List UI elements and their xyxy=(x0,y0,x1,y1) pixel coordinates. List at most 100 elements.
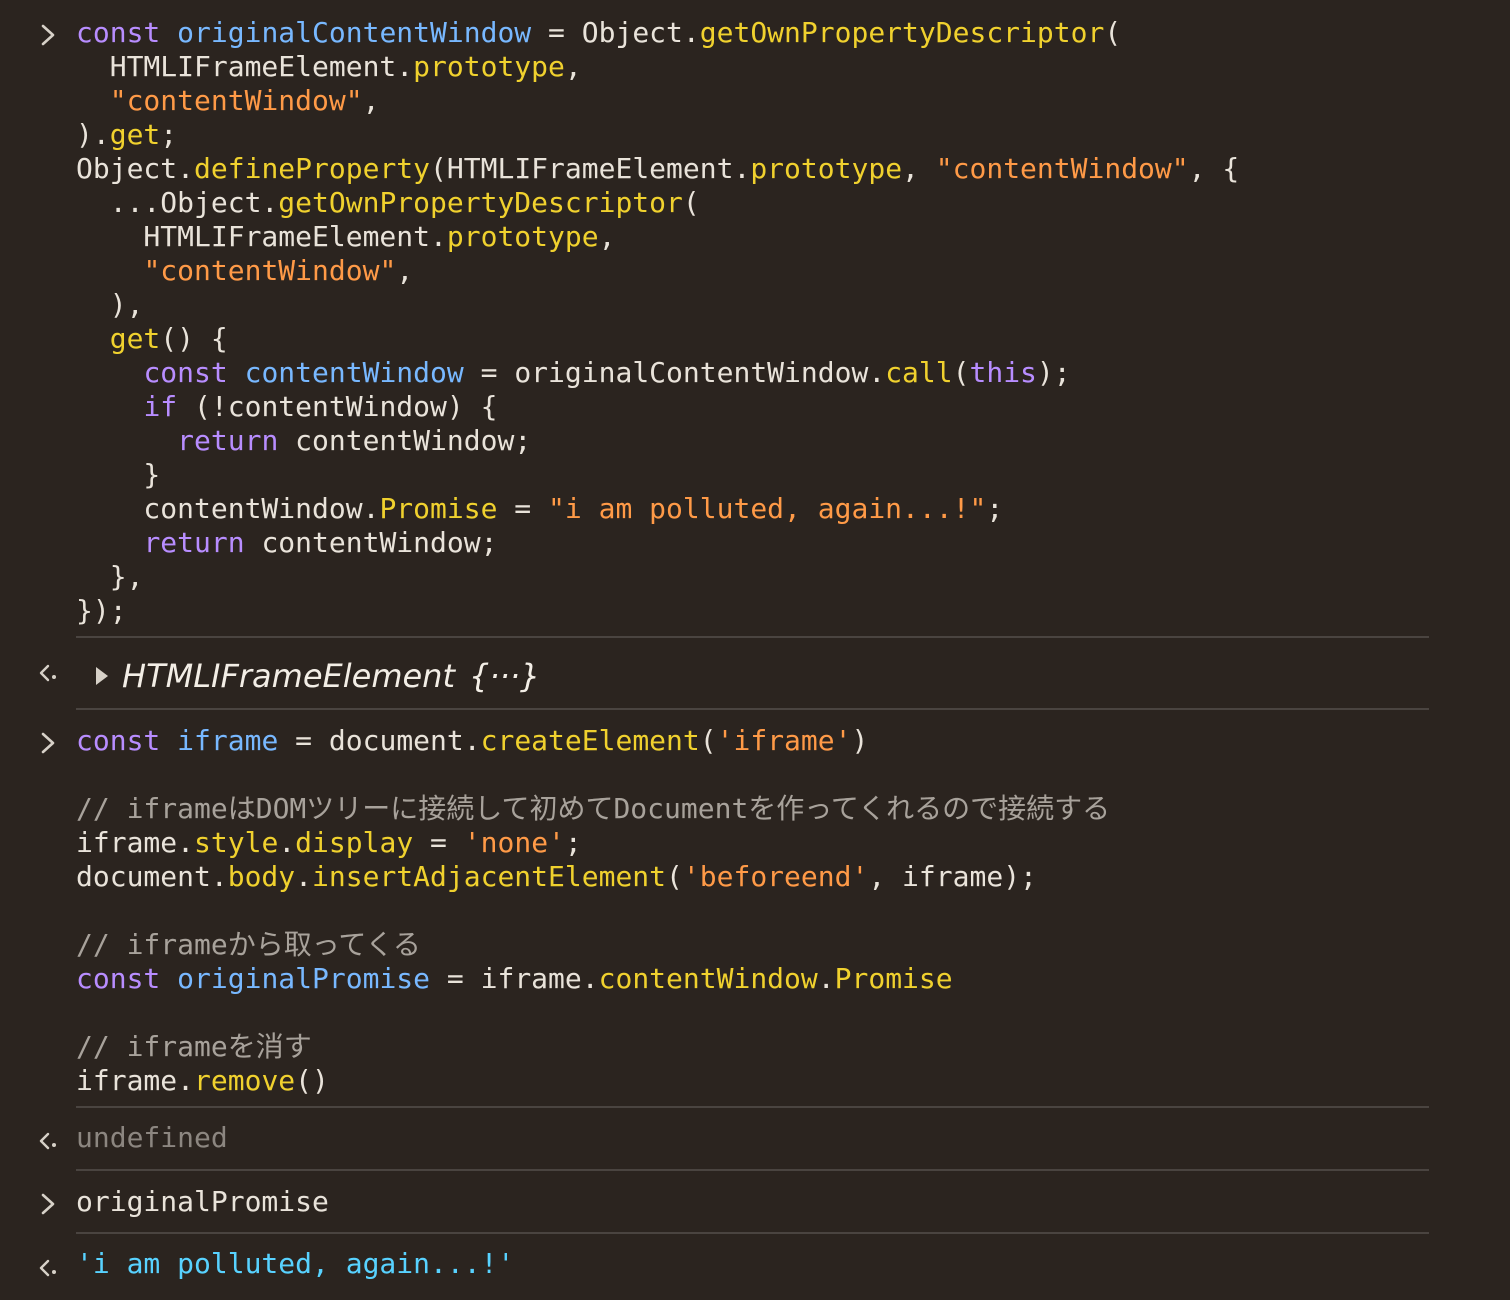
code-token: ; xyxy=(564,826,582,859)
code-token: const xyxy=(76,962,161,995)
code-token: }); xyxy=(76,594,127,627)
code-line: return contentWindow; xyxy=(76,526,497,559)
chevron-right-icon xyxy=(34,726,62,760)
code-line: const originalPromise = iframe.contentWi… xyxy=(76,962,953,995)
code-line: // iframeはDOMツリーに接続して初めてDocumentを作ってくれるの… xyxy=(76,792,1110,825)
code-token: "i am polluted, again...!" xyxy=(548,492,987,525)
code-token: originalPromise xyxy=(177,962,431,995)
code-line: return contentWindow; xyxy=(76,424,531,457)
chevron-right-icon xyxy=(34,18,62,52)
code-token: contentWindow xyxy=(244,356,464,389)
code-token: . xyxy=(278,826,296,859)
code-token: const xyxy=(76,16,161,49)
return-arrow-icon xyxy=(34,1124,62,1158)
code-token: return xyxy=(177,424,279,457)
code-token: ) xyxy=(851,724,869,757)
code-token: 'none' xyxy=(463,826,565,859)
code-line: ).get; xyxy=(76,118,177,151)
code-token: (HTMLIFrameElement. xyxy=(430,152,751,185)
code-token: , { xyxy=(1188,152,1240,185)
code-block-define-property: const originalContentWindow = Object.get… xyxy=(76,16,1239,628)
code-line: HTMLIFrameElement.prototype, xyxy=(76,220,615,253)
divider xyxy=(76,1106,1429,1108)
code-token: body xyxy=(227,860,296,893)
code-line: contentWindow.Promise = "i am polluted, … xyxy=(76,492,1003,525)
code-token: createElement xyxy=(480,724,700,757)
code-token: , xyxy=(598,220,616,253)
code-token: HTMLIFrameElement. xyxy=(76,50,414,83)
code-token: 'iframe' xyxy=(716,724,852,757)
code-token: ( xyxy=(666,860,683,893)
code-line: const iframe = document.createElement('i… xyxy=(76,724,868,757)
code-line: // iframeから取ってくる xyxy=(76,928,421,961)
code-token: display xyxy=(295,826,414,859)
result-undefined: undefined xyxy=(76,1121,228,1154)
code-token: HTMLIFrameElement. xyxy=(76,220,447,253)
code-block-iframe: const iframe = document.createElement('i… xyxy=(76,724,1110,1098)
code-token: , xyxy=(902,152,936,185)
result-string-value: 'i am polluted, again...!' xyxy=(76,1247,515,1280)
code-token: prototype xyxy=(750,152,903,185)
code-token: ( xyxy=(952,356,970,389)
code-line: iframe.remove() xyxy=(76,1064,329,1097)
disclosure-triangle-icon[interactable] xyxy=(96,667,108,685)
code-token: contentWindow; xyxy=(244,526,498,559)
code-token: , xyxy=(362,84,380,117)
code-token: "contentWindow" xyxy=(935,152,1189,185)
code-token: () xyxy=(295,1064,329,1097)
divider xyxy=(76,1169,1429,1171)
code-token: prototype xyxy=(413,50,565,83)
code-token: ; xyxy=(160,118,178,151)
code-token: ). xyxy=(76,118,110,151)
code-token: (!contentWindow) { xyxy=(177,390,498,423)
code-line: iframe.style.display = 'none'; xyxy=(76,826,582,859)
code-token: = iframe. xyxy=(430,962,599,995)
code-token: contentWindow. xyxy=(76,492,380,525)
code-token: . xyxy=(817,962,835,995)
code-token: "contentWindow" xyxy=(143,254,397,287)
code-token: insertAdjacentElement xyxy=(312,860,667,893)
code-token: ( xyxy=(699,724,717,757)
code-line: ...Object.getOwnPropertyDescriptor( xyxy=(76,186,700,219)
code-token: defineProperty xyxy=(194,152,431,185)
input-original-promise: originalPromise xyxy=(76,1185,329,1218)
code-token: = originalContentWindow. xyxy=(463,356,886,389)
code-token: iframe. xyxy=(76,826,195,859)
code-token: } xyxy=(76,458,161,491)
code-token: 'beforeend' xyxy=(682,860,869,893)
code-line: document.body.insertAdjacentElement('bef… xyxy=(76,860,1037,893)
code-token: return xyxy=(143,526,245,559)
code-token: = xyxy=(413,826,464,859)
object-type-label: HTMLIFrameElement xyxy=(122,657,455,695)
code-line: "contentWindow", xyxy=(76,254,413,287)
return-arrow-icon xyxy=(34,1251,62,1285)
divider xyxy=(76,1232,1429,1234)
divider xyxy=(76,636,1429,638)
code-line: const contentWindow = originalContentWin… xyxy=(76,356,1070,389)
code-token: originalContentWindow xyxy=(177,16,532,49)
code-token: if xyxy=(143,390,178,423)
code-token: , xyxy=(564,50,582,83)
object-preview[interactable]: HTMLIFrameElement {···} xyxy=(96,656,540,696)
divider xyxy=(76,708,1429,710)
code-token: Object. xyxy=(76,152,195,185)
code-token: this xyxy=(969,356,1037,389)
code-token: getOwnPropertyDescriptor xyxy=(699,16,1105,49)
code-token: contentWindow; xyxy=(278,424,532,457)
code-line: HTMLIFrameElement.prototype, xyxy=(76,50,582,83)
code-token: contentWindow xyxy=(598,962,818,995)
code-token: Promise xyxy=(834,962,953,995)
code-token: iframe xyxy=(177,724,279,757)
code-line: const originalContentWindow = Object.get… xyxy=(76,16,1121,49)
code-line: "contentWindow", xyxy=(76,84,380,117)
code-token: () { xyxy=(160,322,228,355)
code-token: = Object. xyxy=(531,16,700,49)
return-arrow-icon xyxy=(34,656,62,690)
